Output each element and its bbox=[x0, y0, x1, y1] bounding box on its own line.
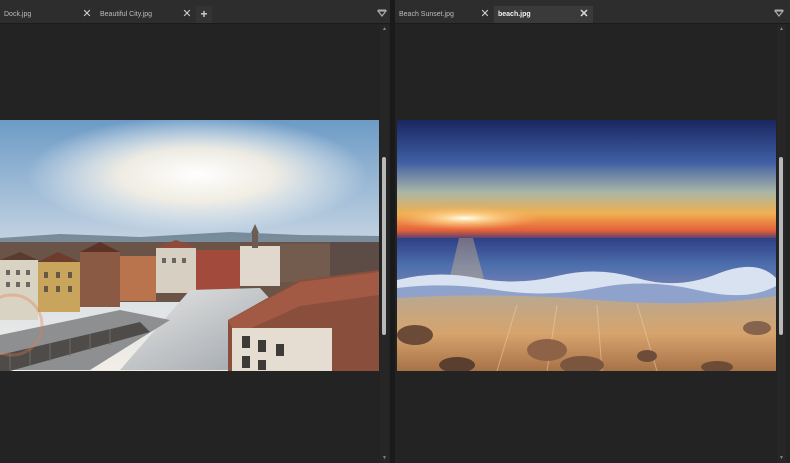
scroll-down-icon[interactable]: ▼ bbox=[382, 456, 387, 461]
scroll-up-icon[interactable]: ▲ bbox=[382, 27, 387, 32]
city-photo bbox=[0, 120, 379, 371]
left-editor-pane: Dock.jpg ✕ Beautiful City.jpg ✕ + ▲ ▼ bbox=[0, 0, 390, 463]
scrollbar-thumb[interactable] bbox=[779, 157, 783, 335]
chevron-down-icon[interactable] bbox=[773, 8, 785, 20]
tab-label: beach.jpg bbox=[498, 11, 531, 18]
tab-beach-sunset[interactable]: Beach Sunset.jpg ✕ bbox=[395, 6, 494, 23]
right-vertical-scrollbar[interactable]: ▲ ▼ bbox=[777, 25, 786, 463]
tab-label: Beautiful City.jpg bbox=[100, 11, 153, 18]
tab-beach[interactable]: beach.jpg ✕ bbox=[494, 6, 593, 23]
tab-beautiful-city[interactable]: Beautiful City.jpg ✕ bbox=[96, 6, 196, 23]
close-icon[interactable]: ✕ bbox=[180, 6, 194, 23]
close-icon[interactable]: ✕ bbox=[478, 6, 492, 23]
scrollbar-thumb[interactable] bbox=[382, 157, 386, 335]
add-tab-icon[interactable]: + bbox=[196, 6, 212, 23]
right-editor-pane: Beach Sunset.jpg ✕ beach.jpg ✕ ▲ ▼ bbox=[395, 0, 790, 463]
close-icon[interactable]: ✕ bbox=[80, 6, 94, 23]
tab-label: Dock.jpg bbox=[4, 11, 32, 18]
scroll-up-icon[interactable]: ▲ bbox=[779, 27, 784, 32]
beach-photo bbox=[397, 120, 776, 371]
scroll-down-icon[interactable]: ▼ bbox=[779, 456, 784, 461]
chevron-down-icon[interactable] bbox=[376, 8, 388, 20]
tab-dock[interactable]: Dock.jpg ✕ bbox=[0, 6, 96, 23]
close-icon[interactable]: ✕ bbox=[577, 6, 591, 23]
left-vertical-scrollbar[interactable]: ▲ ▼ bbox=[380, 25, 389, 463]
left-tab-bar: Dock.jpg ✕ Beautiful City.jpg ✕ + bbox=[0, 0, 390, 24]
right-tab-bar: Beach Sunset.jpg ✕ beach.jpg ✕ bbox=[395, 0, 790, 24]
tab-label: Beach Sunset.jpg bbox=[399, 11, 454, 18]
